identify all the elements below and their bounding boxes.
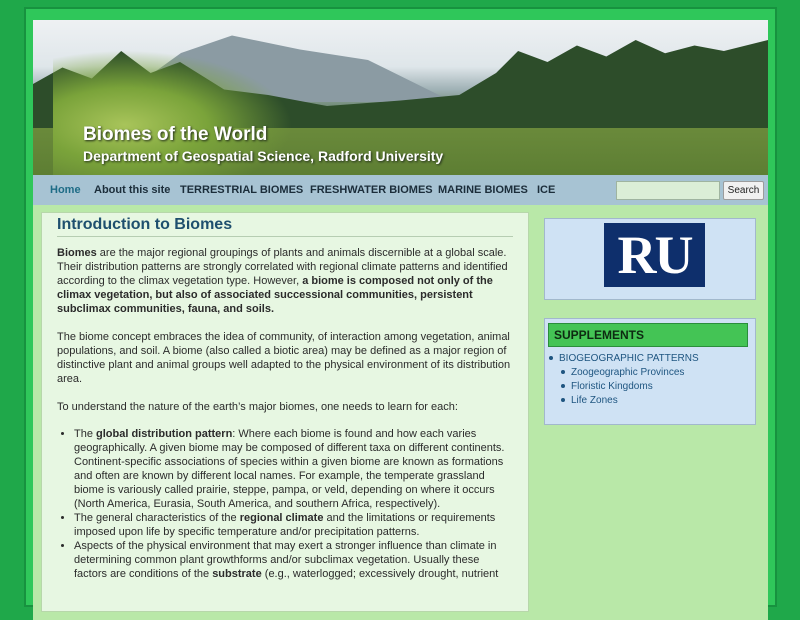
supplement-link-floristic-kingdoms[interactable]: Floristic Kingdoms	[561, 381, 653, 392]
main-nav: Home About this site TERRESTRIAL BIOMES …	[33, 175, 768, 205]
supplement-link-zoogeographic-provinces[interactable]: Zoogeographic Provinces	[561, 367, 684, 378]
list-item-text: The	[74, 428, 97, 440]
supplement-link-life-zones[interactable]: Life Zones	[561, 395, 618, 406]
site-subtitle: Department of Geospatial Science, Radfor…	[83, 148, 444, 164]
supplement-label: Zoogeographic Provinces	[571, 367, 685, 378]
learn-paragraph: To understand the nature of the earth’s …	[57, 401, 458, 413]
supplements-heading: SUPPLEMENTS	[548, 323, 748, 347]
page: Biomes of the World Department of Geospa…	[33, 20, 768, 620]
main-content: Introduction to Biomes Biomes are the ma…	[41, 212, 529, 612]
supplement-link-biogeographic-patterns[interactable]: BIOGEOGRAPHIC PATTERNS	[549, 353, 699, 364]
nav-ice[interactable]: ICE	[537, 184, 555, 196]
list-item: Aspects of the physical environment that…	[74, 539, 513, 581]
intro-paragraph: Biomes are the major regional groupings …	[57, 246, 513, 316]
list-item-text: : Where each biome is found and how each…	[74, 428, 505, 510]
list-item-bold: global distribution pattern	[96, 428, 233, 440]
radford-logo[interactable]: RU	[604, 223, 705, 287]
nav-terrestrial-biomes[interactable]: TERRESTRIAL BIOMES	[180, 184, 303, 196]
site-title[interactable]: Biomes of the World	[83, 124, 267, 146]
supplement-label: BIOGEOGRAPHIC PATTERNS	[559, 353, 699, 364]
logo-text: RU	[617, 225, 694, 285]
bullet-icon	[561, 384, 565, 389]
list-item-bold: regional climate	[239, 512, 324, 524]
search-input[interactable]	[616, 181, 720, 200]
supplement-label: Floristic Kingdoms	[571, 381, 653, 392]
list-item-bold: substrate	[212, 568, 262, 580]
list-item-text: (e.g., waterlogged; excessively drought,…	[261, 568, 499, 580]
list-item: The general characteristics of the regio…	[74, 511, 513, 539]
search-button[interactable]: Search	[723, 181, 764, 200]
bullet-icon	[561, 398, 565, 403]
concept-paragraph: The biome concept embraces the idea of c…	[57, 331, 511, 385]
page-title: Introduction to Biomes	[57, 217, 513, 237]
supplements-widget: SUPPLEMENTS BIOGEOGRAPHIC PATTERNS Zooge…	[538, 311, 762, 431]
nav-marine-biomes[interactable]: MARINE BIOMES	[438, 184, 528, 196]
nav-about[interactable]: About this site	[94, 184, 170, 196]
nav-freshwater-biomes[interactable]: FRESHWATER BIOMES	[310, 184, 433, 196]
learn-list: The global distribution pattern: Where e…	[57, 427, 513, 581]
header-banner: Biomes of the World Department of Geospa…	[33, 20, 768, 175]
logo-widget: RU	[538, 212, 762, 304]
bullet-icon	[561, 370, 565, 375]
list-item: The global distribution pattern: Where e…	[74, 427, 513, 511]
supplements-panel: SUPPLEMENTS BIOGEOGRAPHIC PATTERNS Zooge…	[544, 318, 756, 425]
list-item-text: The general characteristics of the	[74, 512, 240, 524]
supplement-label: Life Zones	[571, 395, 618, 406]
nav-home[interactable]: Home	[50, 184, 81, 196]
bullet-icon	[549, 356, 553, 361]
logo-panel: RU	[544, 218, 756, 300]
intro-bold-lead: Biomes	[57, 247, 97, 259]
